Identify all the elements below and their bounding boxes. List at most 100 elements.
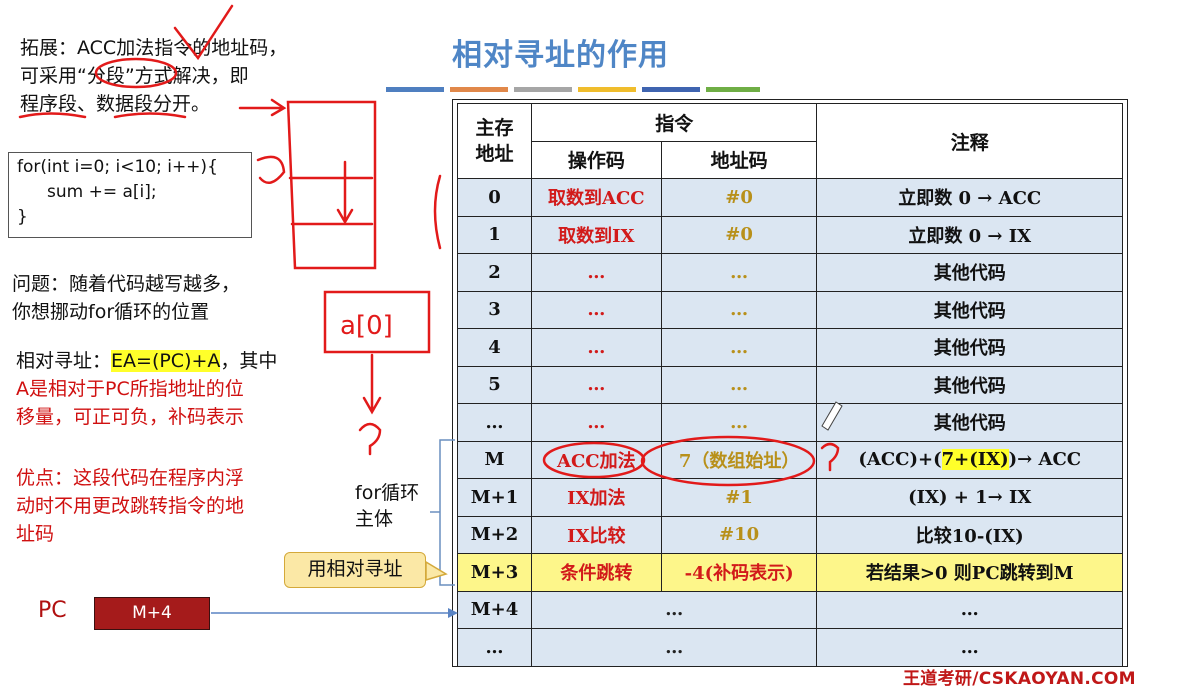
table-row: … … … xyxy=(457,628,1123,667)
extension-note-line-2: 可采用“分段”方式解决，即 xyxy=(20,65,249,87)
relative-prefix: 相对寻址： xyxy=(16,350,112,372)
header-address-text: 主存地址 xyxy=(475,117,514,165)
note-post: )→ ACC xyxy=(1008,449,1082,471)
row-note: 立即数 0 → ACC xyxy=(816,178,1123,217)
table-row-highlighted: M+3 条件跳转 -4(补码表示) 若结果>0 则PC跳转到M xyxy=(457,553,1123,592)
extension-note-line-3: 程序段、数据段分开。 xyxy=(20,93,211,115)
accent-bar-2 xyxy=(450,87,508,92)
row-address: … xyxy=(457,628,532,667)
table-row: … … … 其他代码 xyxy=(457,403,1123,442)
row-opcode: IX加法 xyxy=(530,478,662,517)
memory-arrow xyxy=(336,160,354,225)
row-addrcode: … xyxy=(660,253,818,292)
pc-label: PC xyxy=(38,598,67,623)
row-address: M+3 xyxy=(457,553,532,592)
for-body-line-1: for循环 xyxy=(355,482,420,504)
advantage-text: 优点：这段代码在程序内浮 动时不用更改跳转指令的地 址码 xyxy=(16,464,306,548)
accent-bar-1 xyxy=(386,87,444,92)
row-note: (ACC)+(7+(IX))→ ACC xyxy=(816,440,1123,479)
relative-addressing-definition: 相对寻址：EA=(PC)+A，其中 A是相对于PC所指地址的位 移量，可正可负，… xyxy=(16,347,316,431)
callout-pointer xyxy=(425,560,448,582)
row-note: 其他代码 xyxy=(816,365,1123,404)
row-note: 其他代码 xyxy=(816,328,1123,367)
row-note: 其他代码 xyxy=(816,290,1123,329)
row-note: 立即数 0 → IX xyxy=(816,215,1123,254)
row-addrcode: … xyxy=(660,403,818,442)
footer-watermark: 王道考研/CSKAOYAN.COM xyxy=(903,669,1136,687)
relative-line-3a: 移量，可正可负， xyxy=(16,406,169,428)
table-row: 0 取数到ACC #0 立即数 0 → ACC xyxy=(457,178,1123,217)
extension-note: 拓展：ACC加法指令的地址码， 可采用“分段”方式解决，即 程序段、数据段分开。 xyxy=(20,34,287,118)
header-address: 主存地址 xyxy=(457,103,532,179)
for-loop-body-label: for循环 主体 xyxy=(355,480,419,532)
row-addrcode: -4(补码表示) xyxy=(660,553,818,592)
row-opcode: … xyxy=(530,365,662,404)
relative-line-2: A是相对于PC所指地址的位 xyxy=(16,378,244,400)
table-row: 3 … … 其他代码 xyxy=(457,290,1123,329)
row-opcode: … xyxy=(530,253,662,292)
slide-title: 相对寻址的作用 xyxy=(452,38,669,73)
table-row: M ACC加法 7（数组始址） (ACC)+(7+(IX))→ ACC xyxy=(457,440,1123,479)
row-address: M+4 xyxy=(457,590,532,629)
row-opcode: ACC加法 xyxy=(530,440,662,479)
relative-addressing-callout: 用相对寻址 xyxy=(284,552,426,588)
relative-formula: EA=(PC)+A xyxy=(111,350,221,372)
question-line-1: 问题：随着代码越写越多， xyxy=(12,273,241,295)
row-addrcode: … xyxy=(660,328,818,367)
row-note: (IX) + 1→ IX xyxy=(816,478,1123,517)
for-body-line-2: 主体 xyxy=(355,508,394,530)
row-opcode: … xyxy=(530,403,662,442)
pc-register-box: M+4 xyxy=(94,597,210,630)
question-text: 问题：随着代码越写越多， 你想挪动for循环的位置 xyxy=(12,270,240,326)
relative-line-3b: 补码表示 xyxy=(168,406,245,428)
advantage-line-3: 址码 xyxy=(16,523,55,545)
for-body-bracket xyxy=(439,439,455,586)
row-opcode: IX比较 xyxy=(530,515,662,554)
memory-block xyxy=(286,100,377,270)
row-addrcode: #1 xyxy=(660,478,818,517)
row-address: … xyxy=(457,403,532,442)
down-arrow xyxy=(362,353,382,415)
question-mark-1 xyxy=(358,422,382,456)
advantage-line-1: 优点：这段代码在程序内浮 xyxy=(16,467,245,489)
accent-bar-6 xyxy=(706,87,760,92)
row-note: … xyxy=(816,590,1123,629)
row-address: M+1 xyxy=(457,478,532,517)
row-instruction-span: … xyxy=(530,628,818,667)
row-opcode: 取数到IX xyxy=(530,215,662,254)
header-addrcode: 地址码 xyxy=(660,140,818,179)
header-opcode: 操作码 xyxy=(530,140,662,179)
row-note: 比较10-(IX) xyxy=(816,515,1123,554)
row-opcode: … xyxy=(530,328,662,367)
table-row: M+2 IX比较 #10 比较10-(IX) xyxy=(457,515,1123,554)
relative-suffix: ，其中 xyxy=(220,350,278,372)
accent-bar-5 xyxy=(642,87,700,92)
row-addrcode: #0 xyxy=(660,178,818,217)
table-row: M+4 … … xyxy=(457,590,1123,629)
row-address: 5 xyxy=(457,365,532,404)
instruction-table: 主存地址 指令 注释 操作码 地址码 0 取数到ACC #0 立即数 0 → A… xyxy=(457,103,1123,667)
row-opcode: 条件跳转 xyxy=(530,553,662,592)
row-opcode: … xyxy=(530,290,662,329)
row-address: 4 xyxy=(457,328,532,367)
row-addrcode: 7（数组始址） xyxy=(660,440,818,479)
row-address: 0 xyxy=(457,178,532,217)
code-line-2: sum += a[i]; xyxy=(47,182,157,202)
note-highlight: 7+(IX) xyxy=(941,449,1009,471)
code-line-1: for(int i=0; i<10; i++){ xyxy=(17,157,218,177)
table-row: M+1 IX加法 #1 (IX) + 1→ IX xyxy=(457,478,1123,517)
row-instruction-span: … xyxy=(530,590,818,629)
table-row: 4 … … 其他代码 xyxy=(457,328,1123,367)
table-row: 2 … … 其他代码 xyxy=(457,253,1123,292)
row-address: M xyxy=(457,440,532,479)
table-row: 5 … … 其他代码 xyxy=(457,365,1123,404)
extension-note-line-1: 拓展：ACC加法指令的地址码， xyxy=(20,37,288,59)
row-note: 其他代码 xyxy=(816,403,1123,442)
header-note: 注释 xyxy=(816,103,1123,179)
brace-stroke xyxy=(433,174,442,250)
header-instruction: 指令 xyxy=(530,103,818,142)
row-note: 若结果>0 则PC跳转到M xyxy=(816,553,1123,592)
row-address: 1 xyxy=(457,215,532,254)
code-snippet: for(int i=0; i<10; i++){ sum += a[i]; } xyxy=(8,152,252,238)
row-opcode: 取数到ACC xyxy=(530,178,662,217)
